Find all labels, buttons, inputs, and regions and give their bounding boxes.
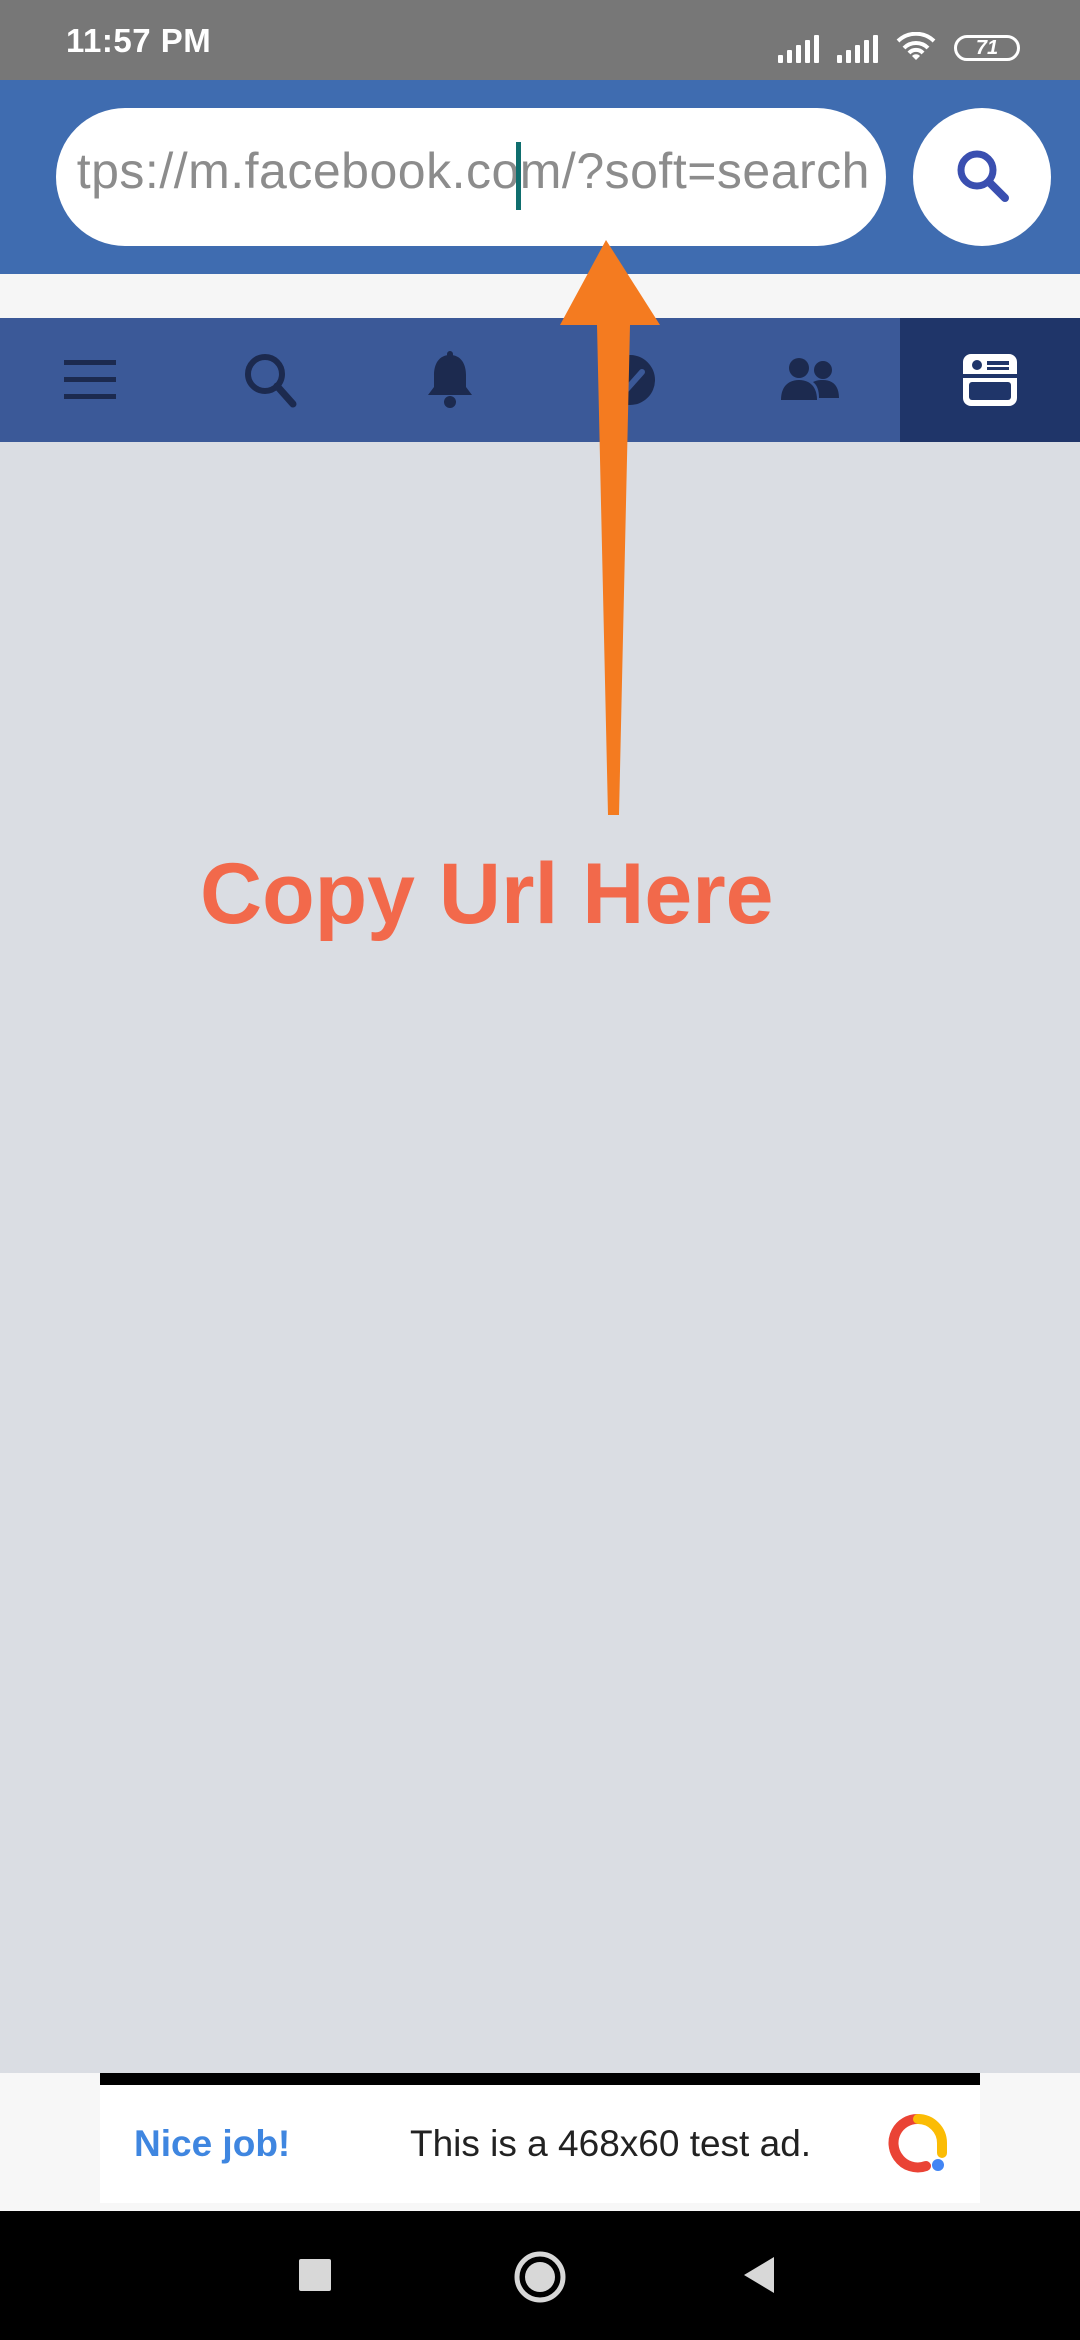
annotation-text: Copy Url Here	[200, 846, 774, 942]
back-button[interactable]	[690, 2211, 830, 2340]
home-icon	[514, 2251, 566, 2303]
home-button[interactable]	[470, 2211, 610, 2340]
nav-notifications-button[interactable]	[360, 318, 540, 442]
status-icons: 71	[778, 28, 1020, 68]
recents-icon	[299, 2259, 331, 2291]
status-time: 11:57 PM	[66, 22, 212, 59]
annotation-arrow	[560, 240, 660, 815]
ad-frame[interactable]: Nice job! This is a 468x60 test ad.	[100, 2073, 980, 2203]
ad-logo-icon	[888, 2113, 947, 2173]
search-icon	[957, 150, 1009, 202]
text-caret	[516, 142, 521, 210]
news-feed-icon	[963, 354, 1017, 406]
ad-text: This is a 468x60 test ad.	[410, 2123, 812, 2164]
ad-nice-label: Nice job!	[134, 2123, 291, 2164]
url-search-button[interactable]	[913, 108, 1051, 246]
nav-search-button[interactable]	[180, 318, 360, 442]
signal-icon	[778, 33, 819, 63]
nav-friends-button[interactable]	[720, 318, 900, 442]
recents-button[interactable]	[245, 2211, 385, 2340]
wifi-icon	[896, 32, 936, 60]
nav-news-feed-button[interactable]	[900, 318, 1080, 442]
menu-icon	[64, 360, 116, 399]
back-icon	[744, 2257, 774, 2293]
friends-icon	[781, 358, 839, 400]
battery-icon: 71	[954, 35, 1020, 61]
url-text: tps://m.facebook.com/?soft=search	[76, 143, 870, 199]
system-nav-bar	[0, 2211, 1080, 2340]
signal-icon	[837, 33, 878, 63]
url-input[interactable]: tps://m.facebook.com/?soft=search	[56, 108, 886, 246]
search-icon	[245, 354, 297, 408]
nav-menu-button[interactable]	[0, 318, 180, 442]
status-bar: 11:57 PM 71	[0, 0, 1080, 80]
bell-icon	[428, 351, 472, 408]
ad-banner[interactable]: Nice job! This is a 468x60 test ad.	[0, 2073, 1080, 2211]
